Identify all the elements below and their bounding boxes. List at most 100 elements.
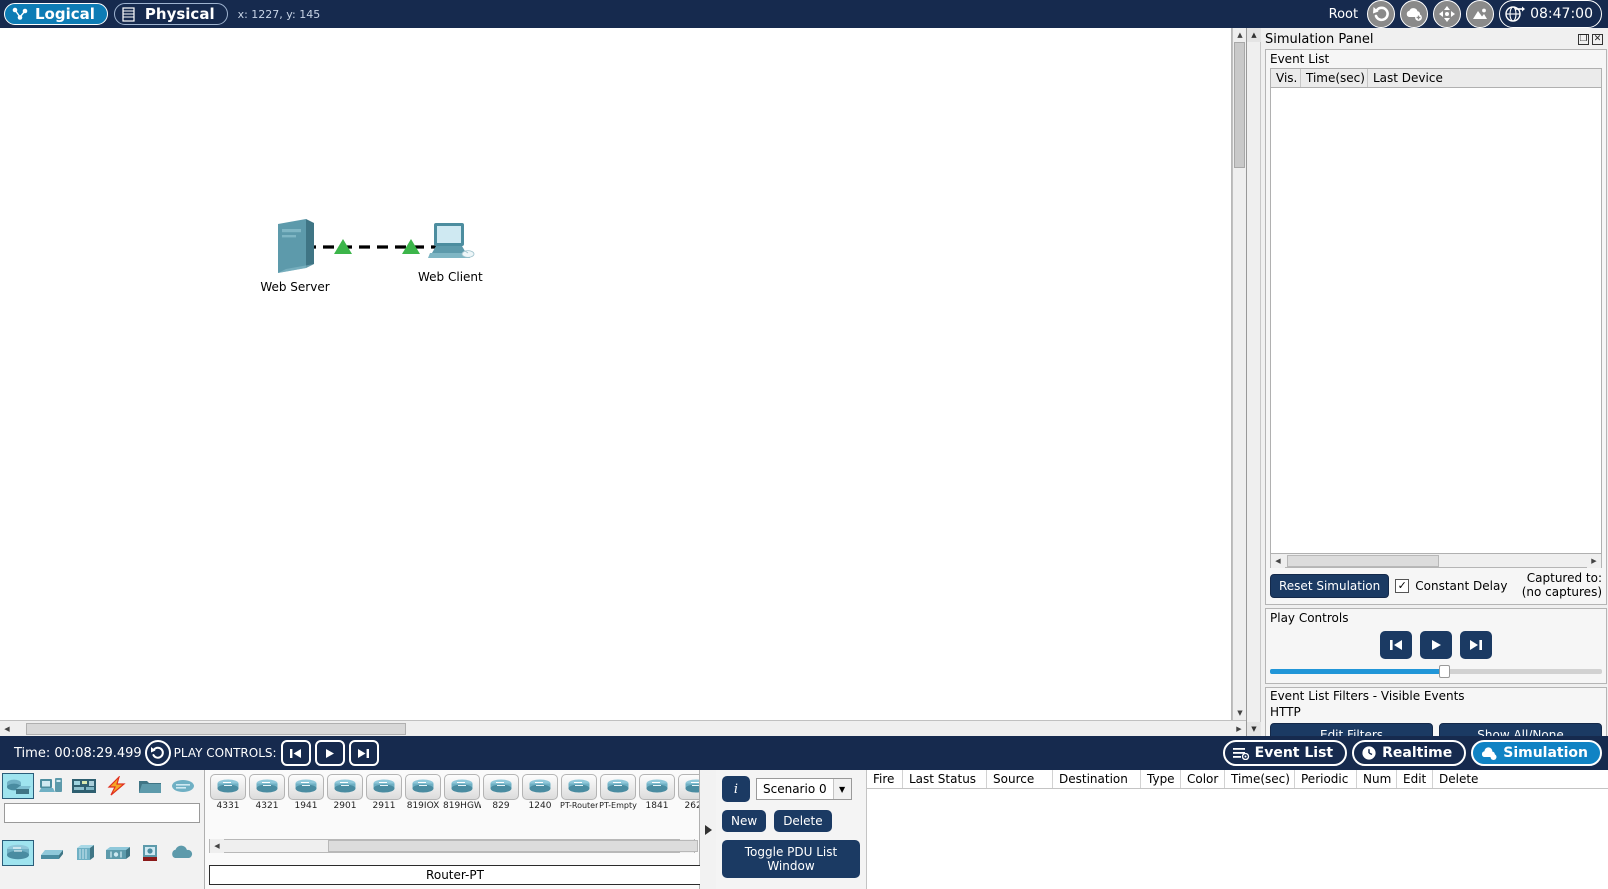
viewport-icon[interactable] [1466, 0, 1495, 28]
scroll-left-icon[interactable]: ◀ [210, 839, 224, 853]
toggle-pdu-list-window-button[interactable]: Toggle PDU List Window [722, 840, 860, 878]
wan-emulation-icon[interactable] [167, 840, 199, 866]
scroll-thumb[interactable] [26, 722, 406, 735]
mode-switcher: Event List Realtime Simulation [1222, 740, 1608, 766]
device-model-item[interactable]: 4321 [248, 774, 286, 820]
device-model-item[interactable]: 2911 [365, 774, 403, 820]
scroll-left-icon[interactable]: ◀ [0, 721, 14, 736]
workspace-horizontal-scrollbar[interactable]: ◀ ▶ [0, 720, 1246, 736]
new-scenario-button[interactable]: New [722, 810, 767, 832]
event-list-horizontal-scrollbar[interactable]: ◀ ▶ [1270, 553, 1602, 568]
network-devices-icon[interactable] [2, 773, 34, 799]
scenario-select[interactable]: Scenario 0 ▼ [756, 778, 852, 800]
model-list-horizontal-scrollbar[interactable]: ◀ ▶ [209, 839, 698, 853]
device-model-item[interactable]: PT-Empty [599, 774, 637, 820]
scroll-track[interactable] [224, 840, 698, 852]
scroll-track[interactable] [1285, 554, 1587, 567]
pdu-table-body[interactable] [867, 789, 1608, 885]
constant-delay-checkbox[interactable]: ✓ [1395, 578, 1410, 593]
device-search-input[interactable] [4, 803, 200, 823]
device-model-item[interactable]: 819HGW [443, 774, 481, 820]
connections-icon[interactable] [101, 773, 133, 799]
scenario-info-button[interactable]: i [722, 776, 750, 802]
simulation-panel-scrollbar[interactable]: ▲ ▼ [1247, 28, 1261, 736]
step-forward-button[interactable] [1460, 630, 1492, 659]
close-icon[interactable]: ✕ [1592, 34, 1603, 45]
step-forward-button[interactable] [348, 740, 379, 766]
delete-scenario-button[interactable]: Delete [774, 810, 832, 832]
chevron-down-icon[interactable]: ▼ [832, 779, 851, 799]
scroll-left-icon[interactable]: ◀ [1271, 553, 1285, 568]
device-model-item[interactable]: PT-Router [560, 774, 598, 820]
realtime-clock[interactable]: 08:47:00 [1499, 0, 1602, 28]
cursor-coordinates: x: 1227, y: 145 [237, 7, 321, 21]
scroll-thumb[interactable] [1287, 554, 1439, 567]
scroll-right-icon[interactable]: ▶ [1587, 553, 1601, 568]
globe-clock-icon [1504, 4, 1526, 24]
scroll-up-icon[interactable]: ▲ [1233, 28, 1247, 42]
column-destination: Destination [1053, 770, 1141, 788]
device-model-item[interactable]: 2620 [677, 774, 699, 820]
mode-event-list[interactable]: Event List [1222, 740, 1348, 766]
play-button[interactable] [1420, 630, 1452, 659]
event-list-body[interactable] [1271, 88, 1601, 553]
logical-workspace[interactable]: Web Server Web Client [0, 28, 1232, 720]
device-model-label: 2620 [684, 801, 699, 811]
scroll-down-icon[interactable]: ▼ [1233, 706, 1247, 720]
mode-realtime[interactable]: Realtime [1352, 740, 1467, 766]
workspace-vertical-scrollbar[interactable]: ▲ ▼ [1232, 28, 1247, 720]
view-tab-physical[interactable]: Physical [113, 3, 228, 25]
device-category-row [0, 770, 204, 802]
play-button[interactable] [314, 740, 345, 766]
reset-simulation-button[interactable]: Reset Simulation [1270, 573, 1390, 598]
move-icon[interactable] [1433, 0, 1462, 28]
device-model-label: 829 [492, 801, 510, 811]
simulation-icon [1480, 746, 1498, 761]
restore-icon[interactable]: ❐ [1578, 34, 1589, 45]
scroll-thumb[interactable] [328, 840, 698, 852]
mode-simulation[interactable]: Simulation [1471, 740, 1602, 766]
pdu-table[interactable]: Fire Last Status Source Destination Type… [866, 770, 1608, 889]
device-model-item[interactable]: 819IOX [404, 774, 442, 820]
router-icon [366, 774, 402, 800]
device-model-item[interactable]: 829 [482, 774, 520, 820]
column-fire: Fire [867, 770, 903, 788]
device-web-client[interactable]: Web Client [418, 220, 483, 284]
pdu-panel: i Scenario 0 ▼ New Delete Toggle PDU Lis… [716, 770, 1608, 889]
back-arrow-icon[interactable] [1367, 0, 1396, 28]
palette-expand-arrow[interactable] [700, 770, 716, 889]
device-web-server[interactable]: Web Server [258, 216, 332, 294]
multiuser-connection-icon[interactable] [167, 773, 199, 799]
hubs-icon[interactable] [68, 840, 100, 866]
add-cloud-icon[interactable] [1400, 0, 1429, 28]
simulation-speed-slider[interactable] [1270, 664, 1602, 678]
reset-time-icon[interactable] [144, 740, 171, 766]
device-model-item[interactable]: 2901 [326, 774, 364, 820]
topology-canvas[interactable]: Web Server Web Client [0, 28, 1231, 720]
device-model-item[interactable]: 1841 [638, 774, 676, 820]
wireless-devices-icon[interactable] [101, 840, 133, 866]
scroll-track[interactable] [14, 721, 1232, 736]
device-model-item[interactable]: 1240 [521, 774, 559, 820]
end-devices-icon[interactable] [35, 773, 67, 799]
scroll-right-icon[interactable]: ▶ [1232, 721, 1246, 736]
switches-icon[interactable] [35, 840, 67, 866]
scroll-thumb[interactable] [1234, 42, 1245, 168]
security-icon[interactable] [134, 840, 166, 866]
back-to-start-button[interactable] [1380, 630, 1412, 659]
miscellaneous-icon[interactable] [134, 773, 166, 799]
server-icon [278, 219, 314, 273]
scroll-up-icon[interactable]: ▲ [1247, 28, 1261, 42]
slider-knob[interactable] [1439, 664, 1451, 678]
view-tab-logical[interactable]: Logical [4, 3, 108, 25]
components-icon[interactable] [68, 773, 100, 799]
back-to-start-button[interactable] [280, 740, 311, 766]
routers-icon[interactable] [2, 840, 34, 866]
device-palette [0, 770, 205, 889]
scroll-down-icon[interactable]: ▼ [1247, 722, 1261, 736]
event-list-table[interactable]: Vis. Time(sec) Last Device [1270, 68, 1602, 554]
device-model-item[interactable]: 4331 [209, 774, 247, 820]
panel-title: Simulation Panel [1265, 32, 1374, 47]
device-model-label: 1841 [645, 801, 669, 811]
device-model-item[interactable]: 1941 [287, 774, 325, 820]
